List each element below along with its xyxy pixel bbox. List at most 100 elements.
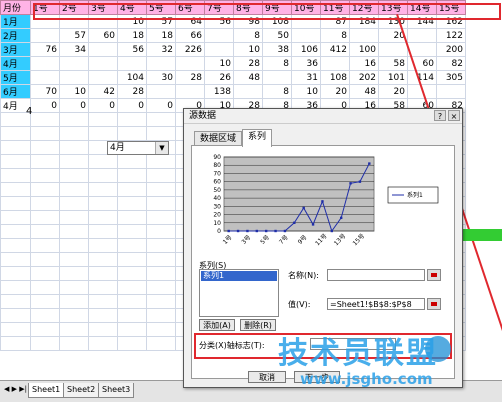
month-cell[interactable]: 2月: [0, 28, 31, 43]
name-range-picker-icon[interactable]: [427, 269, 441, 281]
empty-cell[interactable]: [146, 322, 176, 337]
data-cell[interactable]: 34: [59, 42, 89, 57]
empty-cell[interactable]: [146, 238, 176, 253]
data-cell[interactable]: 10: [291, 84, 321, 99]
empty-cell[interactable]: [59, 280, 89, 295]
empty-cell[interactable]: [30, 280, 60, 295]
empty-cell[interactable]: [146, 210, 176, 225]
empty-cell[interactable]: [59, 126, 89, 141]
header-cell[interactable]: 月份: [0, 0, 31, 15]
empty-cell[interactable]: [59, 210, 89, 225]
empty-cell[interactable]: [59, 224, 89, 239]
empty-cell[interactable]: [117, 126, 147, 141]
delete-series-button[interactable]: 删除(R): [240, 319, 276, 331]
empty-cell[interactable]: [88, 294, 118, 309]
empty-cell[interactable]: [30, 294, 60, 309]
empty-cell[interactable]: [146, 196, 176, 211]
data-cell[interactable]: [175, 56, 205, 71]
data-cell[interactable]: [146, 56, 176, 71]
empty-cell[interactable]: [146, 294, 176, 309]
data-cell[interactable]: 0: [30, 98, 60, 113]
header-cell[interactable]: 3号: [88, 0, 118, 15]
empty-cell[interactable]: [146, 308, 176, 323]
data-cell[interactable]: 56: [117, 42, 147, 57]
chevron-down-icon[interactable]: ▼: [155, 142, 168, 154]
empty-cell[interactable]: [88, 224, 118, 239]
empty-cell[interactable]: [59, 322, 89, 337]
empty-cell[interactable]: [117, 182, 147, 197]
empty-cell[interactable]: [0, 210, 31, 225]
series-list-item[interactable]: 系列1: [201, 271, 277, 281]
data-cell[interactable]: 138: [204, 84, 234, 99]
value-field[interactable]: =Sheet1!$B$8:$P$8: [327, 298, 425, 310]
data-cell[interactable]: 412: [320, 42, 350, 57]
empty-cell[interactable]: [30, 308, 60, 323]
empty-cell[interactable]: [146, 336, 176, 351]
data-cell[interactable]: [88, 14, 118, 29]
tab-sheet2[interactable]: Sheet2: [63, 383, 100, 398]
empty-cell[interactable]: [88, 182, 118, 197]
empty-cell[interactable]: [117, 252, 147, 267]
empty-cell[interactable]: [0, 154, 31, 169]
empty-cell[interactable]: [0, 308, 31, 323]
data-cell[interactable]: 70: [30, 84, 60, 99]
empty-cell[interactable]: [0, 238, 31, 253]
data-cell[interactable]: 0: [117, 98, 147, 113]
empty-cell[interactable]: [117, 294, 147, 309]
month-dropdown[interactable]: 4月 ▼: [107, 141, 169, 155]
empty-cell[interactable]: [146, 224, 176, 239]
close-button[interactable]: ×: [448, 110, 460, 121]
data-cell[interactable]: [262, 70, 292, 85]
empty-cell[interactable]: [117, 322, 147, 337]
data-cell[interactable]: 28: [233, 56, 263, 71]
help-button[interactable]: ?: [434, 110, 446, 121]
empty-cell[interactable]: [0, 280, 31, 295]
header-cell[interactable]: 6号: [175, 0, 205, 15]
data-cell[interactable]: 202: [349, 70, 379, 85]
data-cell[interactable]: 42: [88, 84, 118, 99]
data-cell[interactable]: [146, 84, 176, 99]
data-cell[interactable]: [320, 56, 350, 71]
data-cell[interactable]: 57: [146, 14, 176, 29]
empty-cell[interactable]: [30, 196, 60, 211]
data-cell[interactable]: [30, 28, 60, 43]
empty-cell[interactable]: [117, 168, 147, 183]
data-cell[interactable]: 64: [175, 14, 205, 29]
header-cell[interactable]: 9号: [262, 0, 292, 15]
data-cell[interactable]: 226: [175, 42, 205, 57]
data-cell[interactable]: 10: [204, 56, 234, 71]
data-cell[interactable]: [59, 14, 89, 29]
data-cell[interactable]: 305: [436, 70, 466, 85]
empty-cell[interactable]: [88, 336, 118, 351]
data-cell[interactable]: 32: [146, 42, 176, 57]
header-cell[interactable]: 15号: [436, 0, 466, 15]
empty-cell[interactable]: [0, 322, 31, 337]
header-cell[interactable]: 7号: [204, 0, 234, 15]
header-cell[interactable]: 8号: [233, 0, 263, 15]
empty-cell[interactable]: [30, 182, 60, 197]
empty-cell[interactable]: [146, 252, 176, 267]
value-range-picker-icon[interactable]: [427, 298, 441, 310]
empty-cell[interactable]: [59, 140, 89, 155]
data-cell[interactable]: 162: [436, 14, 466, 29]
data-cell[interactable]: 108: [320, 70, 350, 85]
data-cell[interactable]: [204, 28, 234, 43]
tab-sheet1[interactable]: Sheet1: [28, 383, 65, 398]
data-cell[interactable]: 31: [291, 70, 321, 85]
empty-cell[interactable]: [88, 322, 118, 337]
data-cell[interactable]: 122: [436, 28, 466, 43]
data-cell[interactable]: [378, 42, 408, 57]
data-cell[interactable]: 60: [88, 28, 118, 43]
data-cell[interactable]: 8: [262, 84, 292, 99]
empty-cell[interactable]: [88, 308, 118, 323]
empty-cell[interactable]: [0, 196, 31, 211]
empty-cell[interactable]: [30, 210, 60, 225]
data-cell[interactable]: [233, 84, 263, 99]
data-cell[interactable]: 20: [320, 84, 350, 99]
data-cell[interactable]: [175, 84, 205, 99]
data-cell[interactable]: 101: [378, 70, 408, 85]
empty-cell[interactable]: [30, 266, 60, 281]
empty-cell[interactable]: [30, 224, 60, 239]
data-cell[interactable]: [291, 14, 321, 29]
empty-cell[interactable]: [30, 322, 60, 337]
